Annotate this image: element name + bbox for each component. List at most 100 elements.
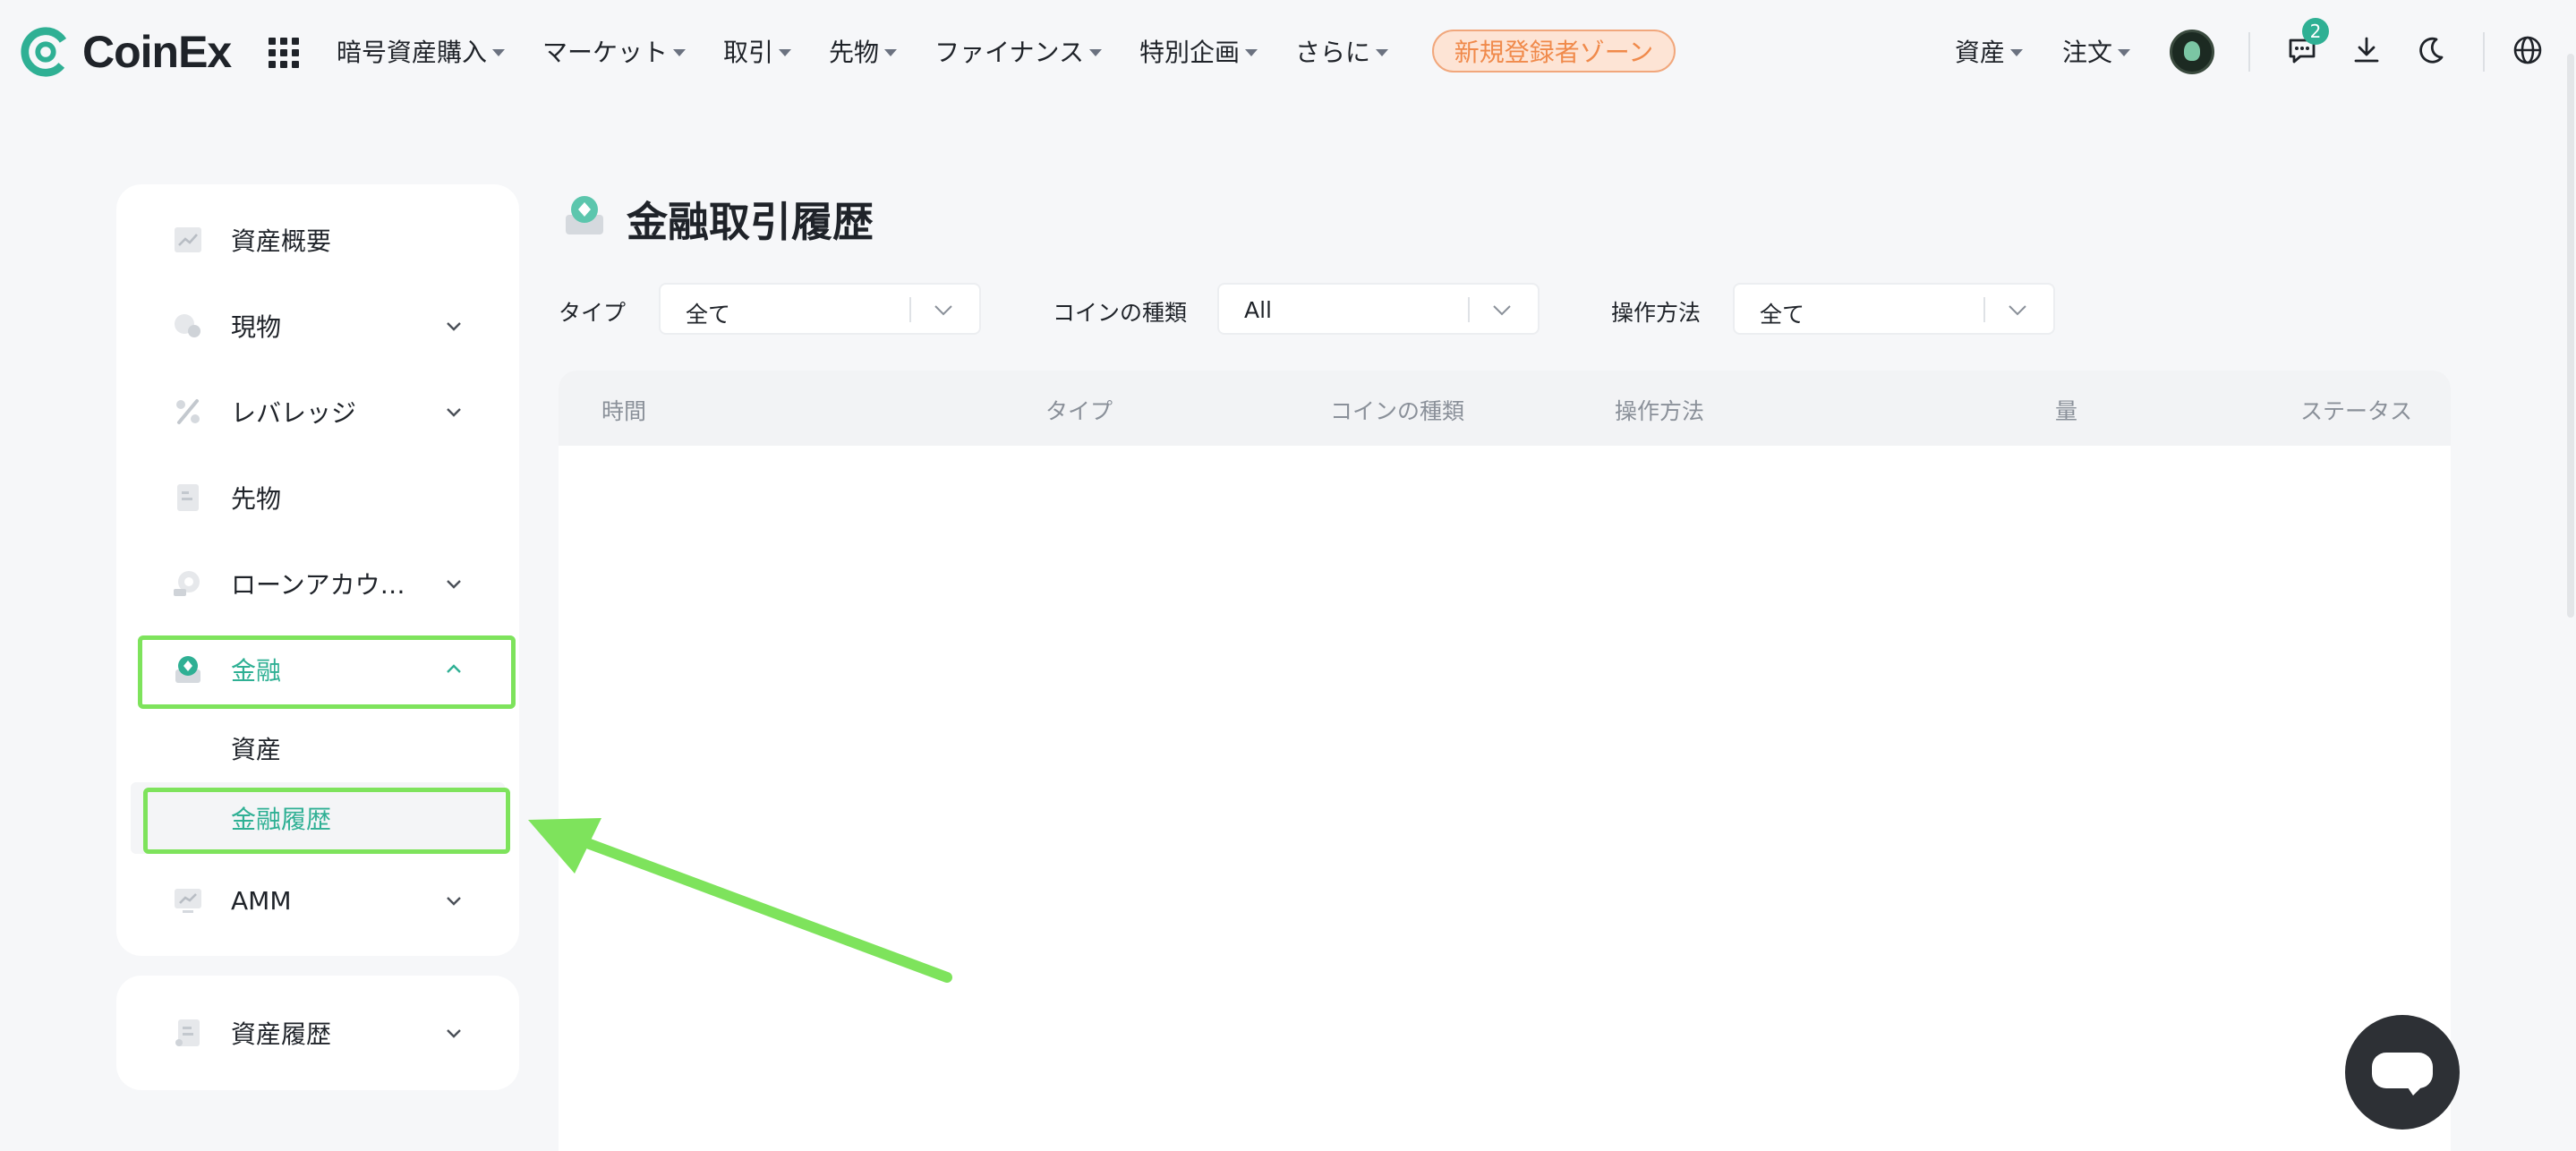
nav-label: 取引 <box>723 38 774 67</box>
sidebar-history-card: 資産履歴 <box>116 976 519 1090</box>
language-globe-icon[interactable] <box>2512 34 2544 66</box>
column-header-operation: 操作方法 <box>1615 398 1705 424</box>
page-title: 金融取引履歴 <box>627 198 874 246</box>
divider <box>2483 32 2485 72</box>
history-doc-icon <box>175 1019 200 1046</box>
sidebar-item-label: レバレッジ <box>231 398 357 428</box>
sidebar-item-overview[interactable]: 資産概要 <box>116 204 519 276</box>
caret-down-icon <box>779 49 792 56</box>
nav-label: 特別企画 <box>1139 38 1240 67</box>
filter-label-type: タイプ <box>559 300 627 326</box>
filter-select-operation[interactable]: 全て <box>1733 283 2055 335</box>
assets-menu[interactable]: 資産 <box>1955 30 2024 72</box>
assets-menu-label: 資産 <box>1955 38 2006 67</box>
user-avatar[interactable] <box>2170 30 2214 74</box>
chevron-down-icon <box>1493 305 1511 316</box>
select-value: 全て <box>686 302 731 328</box>
sidebar-item-label: 現物 <box>231 312 282 342</box>
annotation-arrow <box>528 818 952 983</box>
nav-item-more[interactable]: さらに <box>1295 33 1388 69</box>
select-divider <box>1983 297 1985 322</box>
caret-down-icon <box>1088 49 1102 56</box>
nav-label: さらに <box>1294 38 1370 67</box>
apps-grid-icon[interactable] <box>269 38 299 68</box>
chevron-down-icon <box>934 305 952 316</box>
filter-select-type[interactable]: 全て <box>659 283 981 335</box>
column-header-status: ステータス <box>2300 398 2413 424</box>
caret-down-icon <box>1375 49 1388 56</box>
chevron-down-icon <box>2009 305 2026 316</box>
chevron-down-icon <box>447 1029 461 1038</box>
orders-menu-label: 注文 <box>2062 38 2113 67</box>
sidebar-item-amm[interactable]: AMM <box>116 865 519 936</box>
table-header: 時間 タイプ コインの種類 操作方法 量 ステータス <box>559 371 2451 446</box>
sidebar-item-label: AMM <box>231 885 292 916</box>
sidebar-item-loan-account[interactable]: ローンアカウ… <box>116 548 519 619</box>
caret-down-icon <box>884 49 898 56</box>
sidebar-subitem-label: 資産 <box>231 735 282 764</box>
caret-down-icon <box>2118 49 2131 56</box>
chat-bubble-icon <box>2372 1053 2433 1088</box>
chart-card-icon <box>175 227 201 252</box>
sidebar-item-margin[interactable]: レバレッジ <box>116 376 519 448</box>
sidebar-item-spot[interactable]: 現物 <box>116 290 519 362</box>
finance-title-icon <box>566 196 603 234</box>
chat-bubble-tail <box>2406 1085 2424 1096</box>
chevron-down-icon <box>447 408 461 417</box>
nav-label: マーケット <box>542 38 669 67</box>
caret-down-icon <box>492 49 506 56</box>
coinex-logo[interactable]: CoinEx <box>20 25 232 79</box>
nav-label: 暗号資産購入 <box>337 38 488 67</box>
column-header-type: タイプ <box>1045 398 1113 424</box>
top-navbar: CoinEx 暗号資産購入 マーケット 取引 先物 ファイナンス 特別企画 さら… <box>0 0 2576 104</box>
sidebar-item-label: 先物 <box>231 484 282 514</box>
sidebar-subitem-finance-assets[interactable]: 資産 <box>116 712 519 784</box>
nav-item-special[interactable]: 特別企画 <box>1139 33 1258 69</box>
sidebar-item-label: 資産履歴 <box>231 1019 332 1049</box>
document-icon <box>177 484 199 511</box>
sidebar-item-asset-history[interactable]: 資産履歴 <box>116 997 519 1069</box>
download-icon[interactable] <box>2350 34 2383 66</box>
percent-icon <box>176 399 200 424</box>
filter-label-coin: コインの種類 <box>1053 300 1188 326</box>
select-value: All <box>1244 297 1272 323</box>
chevron-down-icon <box>447 322 461 331</box>
filter-label-operation: 操作方法 <box>1611 300 1702 326</box>
nav-item-futures[interactable]: 先物 <box>829 33 898 69</box>
nav-item-buy-crypto[interactable]: 暗号資産購入 <box>337 33 506 69</box>
dark-mode-moon-icon[interactable] <box>2415 34 2447 66</box>
filter-select-coin[interactable]: All <box>1217 283 1540 335</box>
coins-icon <box>175 314 200 337</box>
column-header-coin: コインの種類 <box>1330 398 1465 424</box>
brand-name: CoinEx <box>82 27 232 77</box>
support-chat-button[interactable] <box>2345 1015 2460 1130</box>
caret-down-icon <box>2010 49 2024 56</box>
loan-icon <box>174 571 200 596</box>
select-divider <box>1468 297 1470 322</box>
highlight-box-finance <box>138 635 516 709</box>
amm-icon <box>175 889 201 913</box>
nav-item-finance[interactable]: ファイナンス <box>934 33 1102 69</box>
nav-item-trade[interactable]: 取引 <box>723 33 792 69</box>
finance-history-table: 時間 タイプ コインの種類 操作方法 量 ステータス <box>559 371 2451 1151</box>
message-count-badge: 2 <box>2302 18 2329 45</box>
nav-label: 先物 <box>829 38 880 67</box>
select-value: 全て <box>1760 302 1805 328</box>
orders-menu[interactable]: 注文 <box>2062 30 2131 72</box>
highlight-box-finance-history <box>143 788 510 854</box>
chevron-down-icon <box>447 580 461 589</box>
nav-item-markets[interactable]: マーケット <box>542 33 687 69</box>
sidebar-item-label: ローンアカウ… <box>231 570 405 600</box>
new-user-zone-button[interactable]: 新規登録者ゾーン <box>1432 30 1676 72</box>
sidebar-item-label: 資産概要 <box>231 226 332 256</box>
main-nav: 暗号資産購入 マーケット 取引 先物 ファイナンス 特別企画 さらに <box>337 30 1426 72</box>
coinex-logo-icon <box>21 27 71 77</box>
nav-label: ファイナンス <box>934 38 1084 67</box>
caret-down-icon <box>1244 49 1258 56</box>
divider <box>2248 32 2250 72</box>
sidebar-item-futures[interactable]: 先物 <box>116 462 519 533</box>
column-header-time: 時間 <box>601 398 647 424</box>
page-scrollbar[interactable] <box>2567 54 2574 618</box>
select-divider <box>909 297 911 322</box>
caret-down-icon <box>673 49 687 56</box>
